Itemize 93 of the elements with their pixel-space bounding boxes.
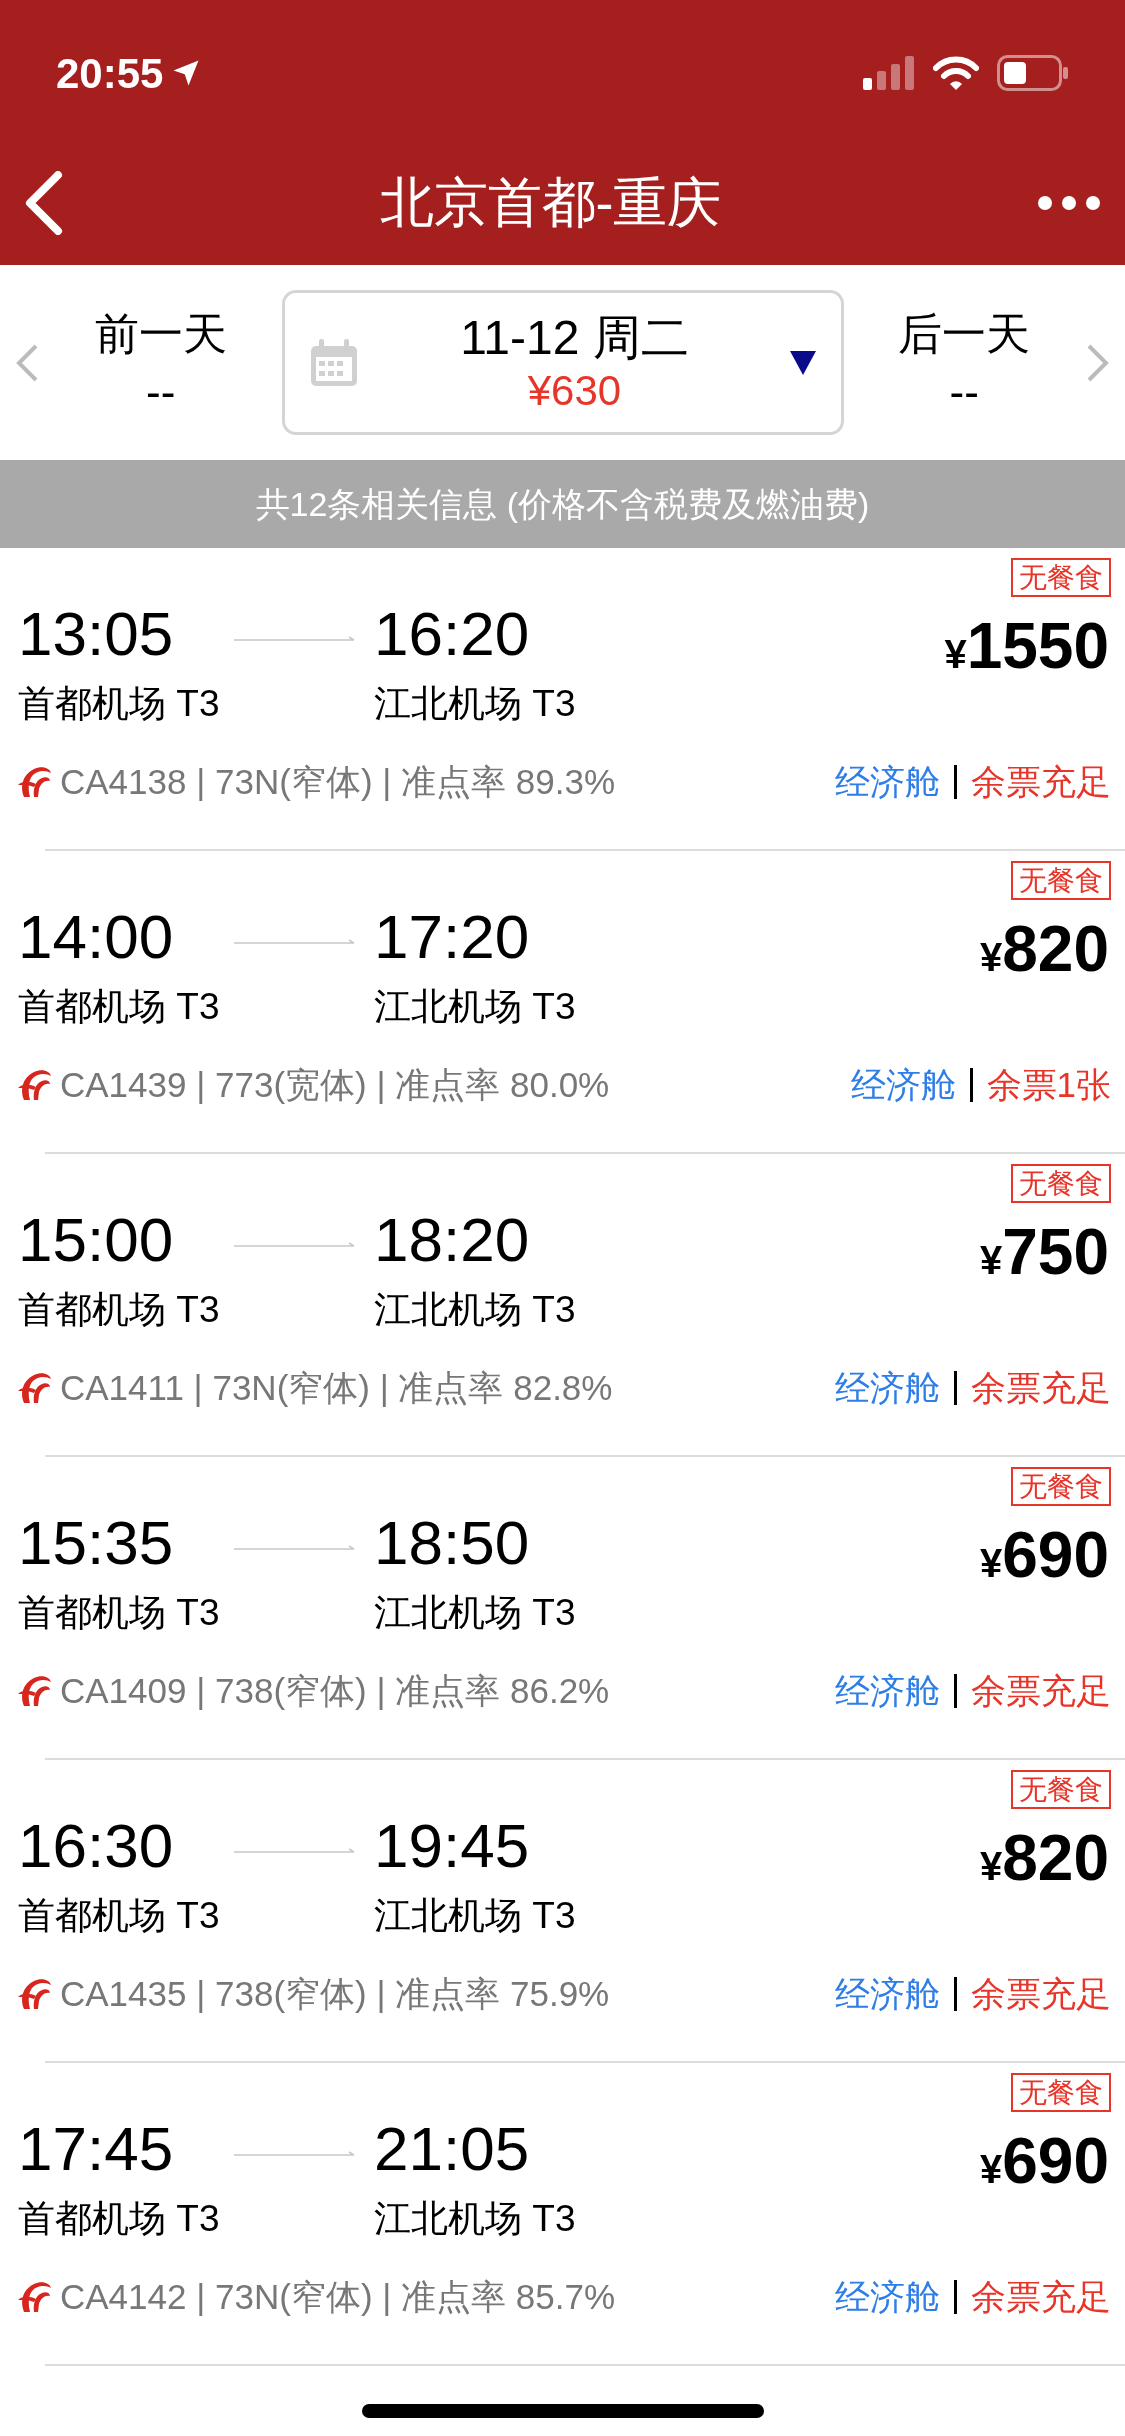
- departure-airport: 首都机场 T3: [18, 682, 221, 727]
- arrival-airport: 江北机场 T3: [374, 2197, 576, 2242]
- separator-bar: [954, 1370, 957, 1405]
- flight-info: CA1439 | 773(宽体) | 准点率 80.0%: [60, 1063, 610, 1106]
- airline-logo-icon: [16, 2279, 52, 2314]
- cabin-class: 经济舱: [835, 760, 940, 803]
- meal-tag: 无餐食: [1011, 1164, 1111, 1203]
- cabin-class: 经济舱: [835, 2275, 940, 2318]
- currency-symbol: ¥: [944, 632, 967, 678]
- currency-symbol: ¥: [979, 1541, 1003, 1587]
- separator-bar: [954, 2279, 957, 2314]
- separator-bar: [969, 1067, 973, 1102]
- currency-symbol: ¥: [979, 1238, 1003, 1284]
- seat-availability: 余票1张: [986, 1063, 1111, 1106]
- airline-logo-icon: [16, 1067, 52, 1102]
- separator-bar: [954, 764, 957, 799]
- flight-price: 820: [1002, 1826, 1109, 1890]
- flight-info: CA1409 | 738(窄体) | 准点率 86.2%: [60, 1669, 610, 1712]
- arrow-icon: [234, 1545, 356, 1553]
- departure-time: 15:35: [18, 1509, 175, 1578]
- flight-info: CA4138 | 73N(窄体) | 准点率 89.3%: [60, 760, 616, 803]
- arrival-time: 17:20: [374, 903, 531, 972]
- currency-symbol: ¥: [979, 935, 1003, 981]
- flight-price: 820: [1002, 917, 1109, 981]
- flight-price: 750: [1002, 1220, 1109, 1284]
- flight-price: 690: [1002, 2129, 1109, 2193]
- departure-time: 15:00: [18, 1206, 175, 1275]
- currency-symbol: ¥: [979, 2147, 1003, 2193]
- currency-symbol: ¥: [979, 1844, 1003, 1890]
- separator-bar: [954, 1673, 957, 1708]
- battery-icon: [997, 55, 1069, 91]
- airline-logo-icon: [16, 1976, 52, 2011]
- arrow-icon: [234, 636, 356, 644]
- arrival-airport: 江北机场 T3: [374, 985, 576, 1030]
- calendar-icon: [308, 337, 359, 388]
- arrow-icon: [234, 1848, 356, 1856]
- cabin-class: 经济舱: [835, 1366, 940, 1409]
- departure-time: 14:00: [18, 903, 175, 972]
- lowest-price: ¥630: [527, 366, 622, 417]
- arrival-airport: 江北机场 T3: [374, 1591, 576, 1636]
- departure-airport: 首都机场 T3: [18, 985, 221, 1030]
- seat-availability: 余票充足: [971, 1366, 1111, 1409]
- departure-time: 17:45: [18, 2115, 175, 2184]
- departure-time: 13:05: [18, 600, 175, 669]
- cabin-class: 经济舱: [835, 1972, 940, 2015]
- separator-bar: [954, 1976, 957, 2011]
- meal-tag: 无餐食: [1011, 1467, 1111, 1506]
- flight-info: CA1435 | 738(窄体) | 准点率 75.9%: [60, 1972, 610, 2015]
- flight-price: 690: [1002, 1523, 1109, 1587]
- seat-availability: 余票充足: [971, 760, 1111, 803]
- cabin-class: 经济舱: [850, 1063, 956, 1106]
- date-label: 11-12 周二: [460, 309, 689, 366]
- departure-airport: 首都机场 T3: [18, 1591, 221, 1636]
- back-icon[interactable]: [24, 170, 64, 235]
- next-day-button[interactable]: 后一天 --: [864, 305, 1065, 420]
- date-selector[interactable]: 11-12 周二 ¥630: [281, 290, 844, 435]
- airline-logo-icon: [16, 1370, 52, 1405]
- page-title: 北京首都-重庆: [379, 171, 722, 234]
- meal-tag: 无餐食: [1011, 558, 1111, 597]
- arrival-time: 16:20: [374, 600, 531, 669]
- flight-info: CA4142 | 73N(窄体) | 准点率 85.7%: [60, 2275, 616, 2318]
- signal-icon: [863, 56, 915, 90]
- arrow-icon: [234, 2151, 356, 2159]
- seat-availability: 余票充足: [971, 2275, 1111, 2318]
- arrival-airport: 江北机场 T3: [374, 1288, 576, 1333]
- dropdown-triangle-icon: [790, 350, 817, 375]
- flight-price: 1550: [966, 614, 1109, 678]
- arrow-icon: [234, 1242, 356, 1250]
- meal-tag: 无餐食: [1011, 1770, 1111, 1809]
- more-icon[interactable]: [1037, 194, 1101, 211]
- seat-availability: 余票充足: [971, 1669, 1111, 1712]
- arrival-time: 21:05: [374, 2115, 531, 2184]
- meal-tag: 无餐食: [1011, 861, 1111, 900]
- arrival-time: 19:45: [374, 1812, 531, 1881]
- departure-airport: 首都机场 T3: [18, 1288, 221, 1333]
- wifi-icon: [933, 56, 979, 90]
- arrow-icon: [234, 939, 356, 947]
- arrival-airport: 江北机场 T3: [374, 682, 576, 727]
- arrival-time: 18:20: [374, 1206, 531, 1275]
- meal-tag: 无餐食: [1011, 2073, 1111, 2112]
- departure-time: 16:30: [18, 1812, 175, 1881]
- status-time: 20:55: [56, 48, 164, 99]
- airline-logo-icon: [16, 764, 52, 799]
- notice-text: 共12条相关信息 (价格不含税费及燃油费): [255, 483, 870, 525]
- departure-airport: 首都机场 T3: [18, 2197, 221, 2242]
- previous-day-button[interactable]: 前一天 --: [60, 305, 261, 420]
- airline-logo-icon: [16, 1673, 52, 1708]
- seat-availability: 余票充足: [971, 1972, 1111, 2015]
- arrival-time: 18:50: [374, 1509, 531, 1578]
- departure-airport: 首都机场 T3: [18, 1894, 221, 1939]
- cabin-class: 经济舱: [835, 1669, 940, 1712]
- arrival-airport: 江北机场 T3: [374, 1894, 576, 1939]
- flight-info: CA1411 | 73N(窄体) | 准点率 82.8%: [60, 1366, 613, 1409]
